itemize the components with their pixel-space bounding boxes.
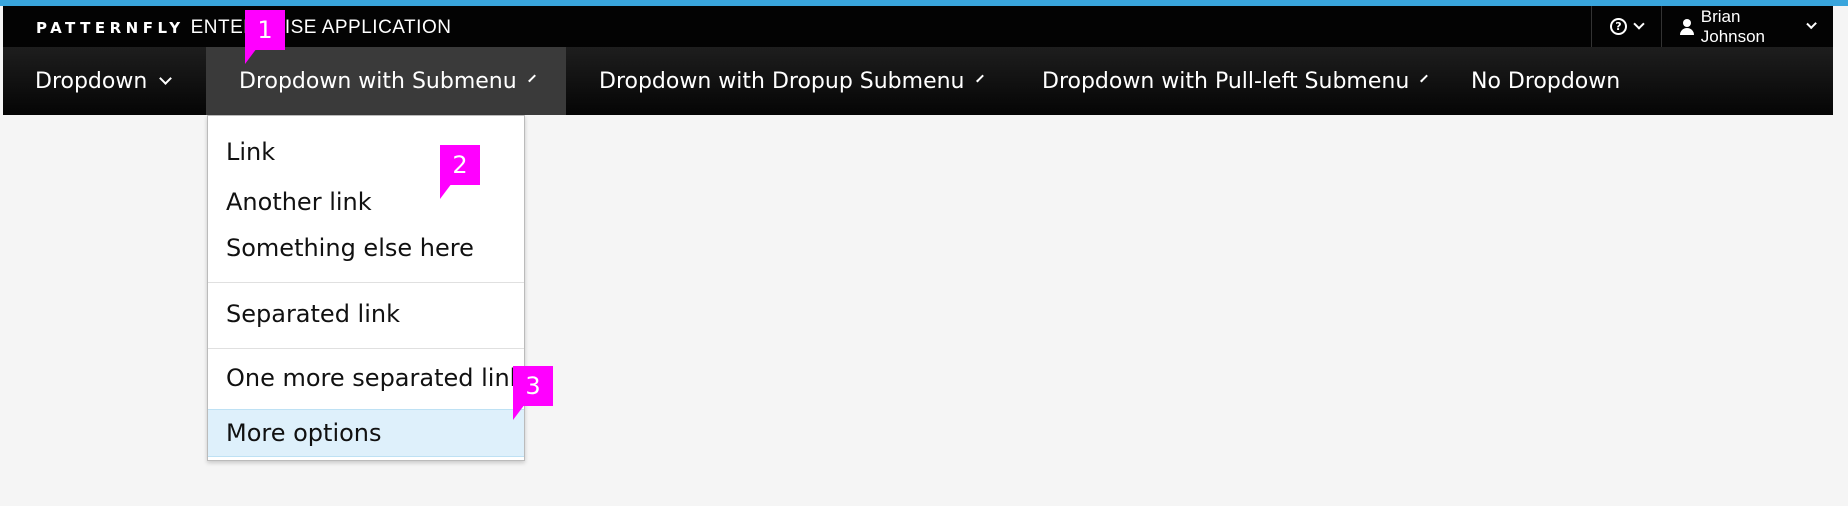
chevron-down-icon xyxy=(527,74,536,82)
dropdown-item-something-else[interactable]: Something else here xyxy=(208,234,524,262)
primary-nav: Dropdown Dropdown with Submenu Dropdown … xyxy=(3,47,1833,115)
user-icon xyxy=(1680,18,1694,35)
nav-dropdown-with-submenu[interactable]: Dropdown with Submenu xyxy=(206,47,566,115)
chevron-down-icon xyxy=(975,74,984,82)
nav-dropdown-with-pull-left-submenu[interactable]: Dropdown with Pull-left Submenu xyxy=(1009,47,1453,115)
dropdown-item-one-more-separated-link[interactable]: One more separated link xyxy=(208,364,524,392)
question-circle-icon: ? xyxy=(1610,18,1627,35)
nav-dropdown-with-dropup-submenu[interactable]: Dropdown with Dropup Submenu xyxy=(566,47,1009,115)
nav-no-dropdown[interactable]: No Dropdown xyxy=(1453,47,1653,115)
user-menu-button[interactable]: Brian Johnson xyxy=(1661,6,1833,47)
help-menu-button[interactable]: ? xyxy=(1591,6,1661,47)
dropdown-divider xyxy=(208,348,524,349)
callout-marker: 1 xyxy=(245,10,285,64)
nav-item-label: Dropdown with Submenu xyxy=(239,68,517,94)
nav-item-label: Dropdown with Dropup Submenu xyxy=(599,68,965,94)
dropdown-item-more-options[interactable]: More options xyxy=(208,409,524,457)
brand-name: PATTERNFLY xyxy=(36,19,185,37)
chevron-down-icon xyxy=(1633,17,1645,30)
callout-number: 1 xyxy=(257,16,273,44)
dropdown-item-another-link[interactable]: Another link xyxy=(208,188,524,216)
chevron-down-icon xyxy=(1805,18,1817,29)
chevron-down-icon xyxy=(1420,74,1429,82)
nav-dropdown[interactable]: Dropdown xyxy=(3,47,206,115)
dropdown-divider xyxy=(208,282,524,283)
nav-item-label: No Dropdown xyxy=(1471,68,1621,94)
chevron-down-icon xyxy=(159,71,173,85)
callout-marker: 2 xyxy=(440,145,480,199)
callout-marker: 3 xyxy=(513,366,553,420)
nav-item-label: Dropdown with Pull-left Submenu xyxy=(1042,68,1410,94)
user-name: Brian Johnson xyxy=(1700,6,1766,46)
callout-number: 3 xyxy=(525,372,541,400)
callout-number: 2 xyxy=(452,151,468,179)
brand-subtitle: ENTERPRISE APPLICATION xyxy=(190,17,452,38)
nav-item-label: Dropdown xyxy=(35,68,148,94)
brand-logo[interactable]: PATTERNFLY ENTERPRISE APPLICATION xyxy=(36,17,452,38)
dropdown-item-separated-link[interactable]: Separated link xyxy=(208,300,524,328)
